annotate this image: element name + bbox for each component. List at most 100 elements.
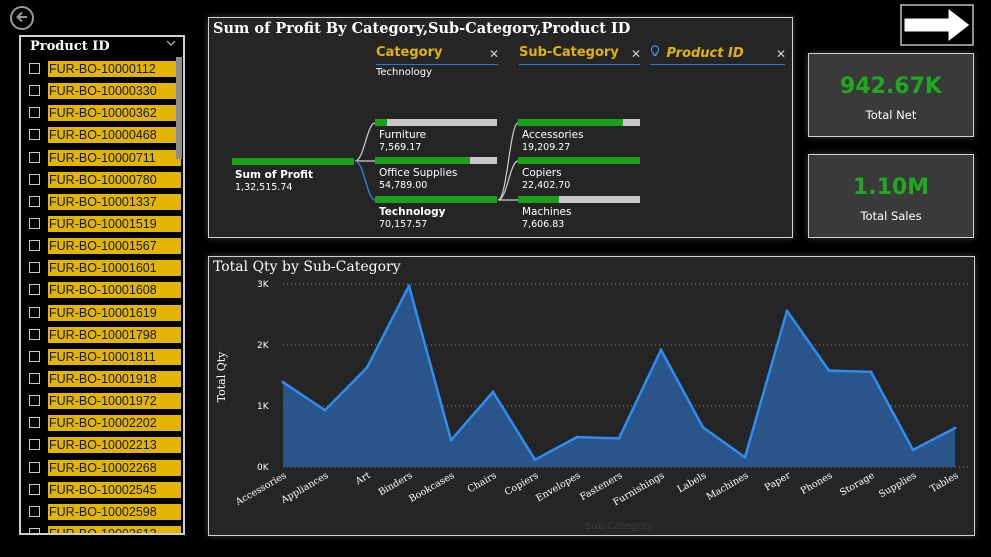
root-bar[interactable]	[232, 158, 354, 165]
x-tick-label: Paper	[763, 470, 793, 494]
x-axis-label: Sub-Category	[585, 521, 653, 532]
data-point[interactable]	[365, 366, 369, 370]
node-bar-fill	[518, 119, 623, 126]
node-value: 70,157.57	[379, 219, 428, 230]
slicer-item-label: FUR-BO-10001972	[48, 393, 181, 410]
data-point[interactable]	[533, 458, 537, 462]
node-bar[interactable]	[375, 119, 497, 126]
data-point[interactable]	[701, 425, 705, 429]
slicer-item[interactable]: FUR-BO-10001972	[21, 390, 183, 412]
data-point[interactable]	[827, 369, 831, 373]
checkbox[interactable]	[29, 284, 40, 296]
y-tick-label: 0K	[257, 463, 270, 473]
chevron-down-icon[interactable]	[166, 39, 176, 50]
decomposition-tree: Sum of Profit By Category,Sub-Category,P…	[208, 17, 793, 238]
slicer-item-label: FUR-BO-10000112	[48, 61, 181, 77]
slicer-item[interactable]: FUR-BO-10001337	[21, 191, 183, 213]
slicer-item[interactable]: FUR-BO-10002613	[21, 523, 183, 533]
slicer-item-label: FUR-BO-10000330	[48, 83, 181, 100]
node-name: Accessories	[522, 129, 584, 141]
node-value: 7,569.17	[379, 142, 422, 153]
data-point[interactable]	[575, 435, 579, 439]
checkbox[interactable]	[29, 372, 40, 384]
data-point[interactable]	[659, 348, 663, 352]
slicer-item[interactable]: FUR-BO-10000112	[21, 58, 183, 80]
slicer-item[interactable]: FUR-BO-10000780	[21, 169, 183, 191]
slicer-item-label: FUR-BO-10001337	[48, 193, 181, 210]
slicer-item-label: FUR-BO-10000711	[48, 149, 181, 166]
slicer-item[interactable]: FUR-BO-10001601	[21, 257, 183, 279]
x-tick-label: Appliances	[278, 470, 330, 506]
total-sales-card: 1.10M Total Sales	[808, 154, 974, 238]
next-page-button[interactable]	[900, 4, 974, 46]
data-point[interactable]	[323, 408, 327, 412]
checkbox[interactable]	[29, 195, 40, 207]
x-tick-label: Bookcases	[407, 470, 456, 505]
total-sales-label: Total Sales	[860, 209, 922, 223]
slicer-item[interactable]: FUR-BO-10001798	[21, 324, 183, 346]
slicer-item[interactable]: FUR-BO-10002202	[21, 412, 183, 434]
checkbox[interactable]	[29, 395, 40, 407]
slicer-item[interactable]: FUR-BO-10000330	[21, 80, 183, 102]
checkbox[interactable]	[29, 306, 40, 318]
slicer-item[interactable]: FUR-BO-10000362	[21, 102, 183, 124]
slicer-item[interactable]: FUR-BO-10000711	[21, 147, 183, 169]
checkbox[interactable]	[29, 417, 40, 429]
right-arrow-icon	[900, 4, 974, 46]
node-bar-fill	[375, 196, 497, 203]
checkbox[interactable]	[29, 461, 40, 473]
data-point[interactable]	[407, 284, 411, 288]
total-net-value: 942.67K	[840, 74, 942, 99]
data-point[interactable]	[617, 436, 621, 440]
data-point[interactable]	[911, 448, 915, 452]
data-point[interactable]	[281, 380, 285, 384]
checkbox[interactable]	[29, 505, 40, 517]
checkbox[interactable]	[29, 350, 40, 362]
node-value: 19,209.27	[522, 142, 571, 153]
x-tick-label: Supplies	[877, 470, 918, 500]
data-point[interactable]	[743, 455, 747, 459]
checkbox[interactable]	[29, 328, 40, 340]
checkbox[interactable]	[29, 129, 40, 141]
slicer-item[interactable]: FUR-BO-10001567	[21, 235, 183, 257]
slicer-item-label: FUR-BO-10002598	[48, 503, 181, 520]
node-value: 22,402.70	[522, 180, 571, 191]
slicer-item[interactable]: FUR-BO-10000468	[21, 124, 183, 146]
checkbox[interactable]	[29, 262, 40, 274]
node-bar-fill	[375, 119, 388, 126]
checkbox[interactable]	[29, 439, 40, 451]
slicer-item[interactable]: FUR-BO-10001918	[21, 368, 183, 390]
slicer-item-label: FUR-BO-10002202	[48, 415, 181, 432]
checkbox[interactable]	[29, 527, 40, 533]
data-point[interactable]	[953, 426, 957, 430]
slicer-item[interactable]: FUR-BO-10002268	[21, 457, 183, 479]
checkbox[interactable]	[29, 240, 40, 252]
checkbox[interactable]	[29, 483, 40, 495]
checkbox[interactable]	[29, 63, 40, 74]
slicer-item[interactable]: FUR-BO-10001519	[21, 213, 183, 235]
slicer-item[interactable]: FUR-BO-10001811	[21, 346, 183, 368]
total-net-card: 942.67K Total Net	[808, 53, 974, 137]
checkbox[interactable]	[29, 217, 40, 229]
back-button[interactable]	[10, 6, 34, 30]
checkbox[interactable]	[29, 85, 40, 97]
x-tick-label: Phones	[799, 470, 835, 497]
x-tick-label: Envelopes	[534, 470, 582, 504]
slicer-item[interactable]: FUR-BO-10002545	[21, 479, 183, 501]
checkbox[interactable]	[29, 151, 40, 163]
slicer-item-label: FUR-BO-10001918	[48, 370, 181, 387]
data-point[interactable]	[449, 438, 453, 442]
checkbox[interactable]	[29, 107, 40, 119]
slicer-item[interactable]: FUR-BO-10001608	[21, 279, 183, 301]
checkbox[interactable]	[29, 173, 40, 185]
slicer-item-label: FUR-BO-10001811	[48, 348, 181, 365]
data-point[interactable]	[869, 370, 873, 374]
slicer-item[interactable]: FUR-BO-10001619	[21, 302, 183, 324]
slicer-scrollbar[interactable]	[176, 57, 182, 159]
slicer-item[interactable]: FUR-BO-10002598	[21, 501, 183, 523]
slicer-item[interactable]: FUR-BO-10002213	[21, 434, 183, 456]
data-point[interactable]	[491, 390, 495, 394]
root-name: Sum of Profit	[235, 169, 313, 181]
data-point[interactable]	[785, 309, 789, 313]
node-bar-fill	[375, 157, 471, 164]
